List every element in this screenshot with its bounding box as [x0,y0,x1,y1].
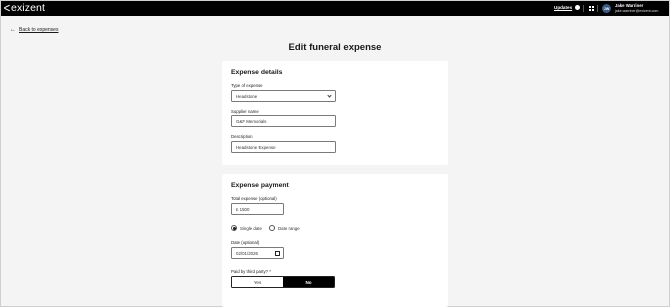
apps-grid-icon[interactable] [589,6,594,11]
third-party-label: Paid by third party? * [231,269,271,274]
arrow-left-icon: ← [10,27,16,33]
expense-payment-heading: Expense payment [231,182,289,189]
avatar[interactable]: JW [602,4,611,13]
back-to-expenses-link[interactable]: ← Back to expenses [10,27,58,33]
type-of-expense-select[interactable]: Headstone [231,90,336,102]
supplier-name-value: G&F Memorials [236,118,267,124]
divider [583,5,584,12]
expense-payment-card: Expense payment Total expense (optional)… [222,174,448,307]
notification-dot-icon[interactable] [575,5,580,10]
back-link-label: Back to expenses [19,27,59,33]
date-range-radio[interactable] [268,225,275,231]
user-email: jake.warriner@exizent.com [615,9,659,13]
single-date-radio[interactable] [231,225,237,231]
supplier-name-label: Supplier name [231,109,259,114]
total-expense-value: £ 1500 [236,206,250,212]
supplier-name-input[interactable]: G&F Memorials [231,115,336,127]
date-range-label: Date range [277,225,300,231]
date-mode-radio-group: Single date Date range [231,225,307,231]
single-date-label: Single date [240,225,262,231]
yes-button[interactable]: Yes [232,277,283,287]
exizent-logo[interactable]: exizent [4,2,45,14]
logo-mark-icon [4,5,10,11]
third-party-toggle: Yes No [231,276,335,288]
date-input[interactable]: 02/01/2026 [231,247,284,259]
chevron-down-icon [327,93,332,98]
expense-details-card: Expense details Type of expense Headston… [222,61,448,165]
date-range-option[interactable]: Date range [268,225,300,231]
expense-details-heading: Expense details [231,69,283,76]
description-value: Headstone Expense [236,144,276,150]
description-label: Description [231,134,253,139]
divider [597,5,598,12]
no-button[interactable]: No [283,277,334,287]
date-value: 02/01/2026 [236,250,258,256]
single-date-option[interactable]: Single date [231,225,262,231]
description-input[interactable]: Headstone Expense [231,141,336,153]
type-of-expense-label: Type of expense [231,83,263,88]
page-title: Edit funeral expense [288,42,382,53]
logo-text: exizent [11,2,45,14]
updates-link[interactable]: Updates [554,5,572,10]
total-expense-input[interactable]: £ 1500 [231,203,284,215]
total-expense-label: Total expense (optional) [231,196,277,201]
type-of-expense-value: Headstone [236,93,258,99]
date-label: Date (optional) [231,240,260,245]
calendar-icon[interactable] [275,251,280,256]
top-navigation-bar: exizent Updates JW Jake Warriner jake.wa… [1,1,669,16]
user-name: Jake Warriner [615,3,644,8]
